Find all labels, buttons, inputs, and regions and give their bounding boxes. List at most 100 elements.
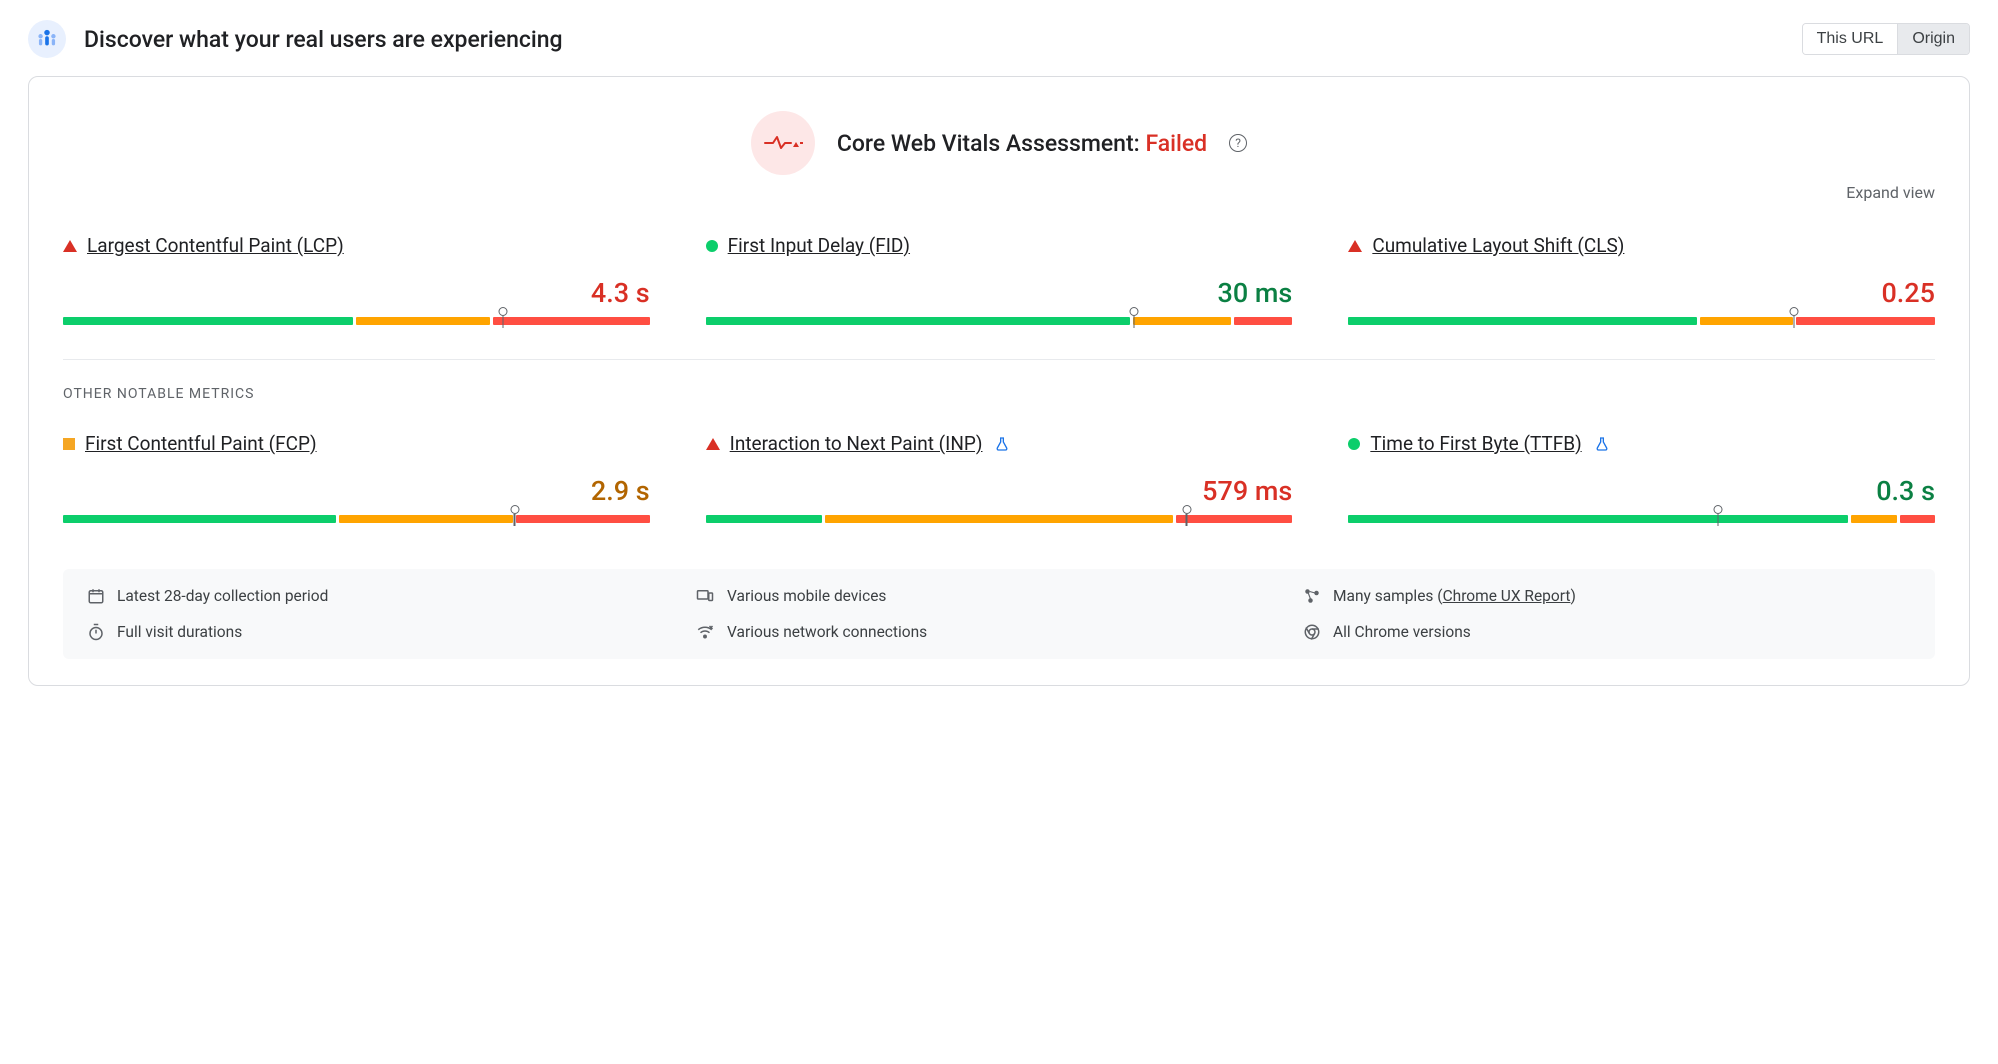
other-metrics-grid: First Contentful Paint (FCP) 2.9 s Inter… (63, 432, 1935, 549)
chrome-icon (1303, 623, 1321, 641)
bar-segment (825, 515, 1173, 523)
metric-bar (706, 317, 1293, 325)
page-header: Discover what your real users are experi… (28, 20, 1970, 58)
experimental-flask-icon[interactable] (1594, 436, 1610, 452)
core-metrics-grid: Largest Contentful Paint (LCP) 4.3 s Fir… (63, 234, 1935, 351)
bar-segment (1234, 317, 1292, 325)
assessment-icon (751, 111, 815, 175)
page-title: Discover what your real users are experi… (84, 26, 563, 53)
trend-fail-icon (763, 134, 803, 152)
square-orange-icon (63, 438, 75, 450)
metric-bar (1348, 515, 1935, 523)
help-icon[interactable]: ? (1229, 134, 1247, 152)
metric-pin (1129, 307, 1138, 328)
bar-segment (356, 317, 490, 325)
metric-name-link[interactable]: Interaction to Next Paint (INP) (730, 432, 983, 455)
metric-header: Cumulative Layout Shift (CLS) (1348, 234, 1935, 257)
bar-segment (63, 317, 353, 325)
metric-name-link[interactable]: Time to First Byte (TTFB) (1370, 432, 1581, 455)
metric-value: 0.25 (1348, 277, 1935, 309)
footer-item: Various mobile devices (695, 587, 1303, 605)
other-metrics-heading: OTHER NOTABLE METRICS (63, 386, 1935, 402)
toggle-origin[interactable]: Origin (1897, 24, 1969, 54)
assessment-text: Core Web Vitals Assessment: Failed (837, 130, 1207, 157)
circle-green-icon (706, 240, 718, 252)
assessment-status: Failed (1145, 130, 1207, 157)
divider (63, 359, 1935, 360)
metric-name-link[interactable]: First Input Delay (FID) (728, 234, 910, 257)
bar-segment (1176, 515, 1292, 523)
metric-bar (63, 515, 650, 523)
network-icon (695, 623, 715, 641)
metric-card: Interaction to Next Paint (INP) 579 ms (706, 432, 1293, 549)
footer-item-text: Various network connections (727, 623, 927, 641)
timer-icon (87, 623, 105, 641)
footer-item-text: Latest 28-day collection period (117, 587, 328, 605)
scope-toggle: This URL Origin (1802, 23, 1970, 55)
assessment-label: Core Web Vitals Assessment: (837, 130, 1140, 157)
header-left: Discover what your real users are experi… (28, 20, 563, 58)
bar-segment (706, 515, 822, 523)
toggle-this-url[interactable]: This URL (1803, 24, 1898, 54)
people-icon (36, 28, 58, 50)
bar-segment (63, 515, 336, 523)
expand-view-link[interactable]: Expand view (63, 183, 1935, 202)
metric-header: Time to First Byte (TTFB) (1348, 432, 1935, 455)
bar-segment (1900, 515, 1935, 523)
footer-item-text: Full visit durations (117, 623, 242, 641)
devices-icon (695, 587, 715, 605)
metric-bar (706, 515, 1293, 523)
footer-item: Many samples (Chrome UX Report) (1303, 587, 1911, 605)
bar-segment (1700, 317, 1793, 325)
metric-pin (498, 307, 507, 328)
bar-segment (493, 317, 650, 325)
metric-header: First Input Delay (FID) (706, 234, 1293, 257)
metric-value: 2.9 s (63, 475, 650, 507)
metadata-footer: Latest 28-day collection period Various … (63, 569, 1935, 659)
calendar-icon (87, 587, 105, 605)
metric-bar (63, 317, 650, 325)
footer-item: Latest 28-day collection period (87, 587, 695, 605)
bar-segment (1348, 515, 1847, 523)
metric-name-link[interactable]: First Contentful Paint (FCP) (85, 432, 317, 455)
metric-card: Largest Contentful Paint (LCP) 4.3 s (63, 234, 650, 351)
metric-name-link[interactable]: Largest Contentful Paint (LCP) (87, 234, 344, 257)
triangle-red-icon (706, 438, 720, 450)
metric-card: First Input Delay (FID) 30 ms (706, 234, 1293, 351)
bar-segment (339, 515, 513, 523)
metric-pin (1182, 505, 1191, 526)
triangle-red-icon (1348, 240, 1362, 252)
metric-card: Cumulative Layout Shift (CLS) 0.25 (1348, 234, 1935, 351)
metric-bar (1348, 317, 1935, 325)
footer-item: Various network connections (695, 623, 1303, 641)
triangle-red-icon (63, 240, 77, 252)
experimental-flask-icon[interactable] (994, 436, 1010, 452)
bar-segment (1133, 317, 1232, 325)
bar-segment (516, 515, 650, 523)
metric-header: Interaction to Next Paint (INP) (706, 432, 1293, 455)
assessment-row: Core Web Vitals Assessment: Failed ? (63, 111, 1935, 175)
metric-header: First Contentful Paint (FCP) (63, 432, 650, 455)
metric-value: 4.3 s (63, 277, 650, 309)
metric-name-link[interactable]: Cumulative Layout Shift (CLS) (1372, 234, 1624, 257)
circle-green-icon (1348, 438, 1360, 450)
metric-card: First Contentful Paint (FCP) 2.9 s (63, 432, 650, 549)
footer-item: Full visit durations (87, 623, 695, 641)
footer-item-text: All Chrome versions (1333, 623, 1471, 641)
footer-item-text: Various mobile devices (727, 587, 886, 605)
samples-icon (1303, 587, 1321, 605)
footer-item-text: Many samples (Chrome UX Report) (1333, 587, 1576, 605)
bar-segment (1348, 317, 1696, 325)
metric-value: 579 ms (706, 475, 1293, 507)
metric-pin (1713, 505, 1722, 526)
crux-report-link[interactable]: Chrome UX Report (1443, 587, 1571, 605)
metric-header: Largest Contentful Paint (LCP) (63, 234, 650, 257)
metric-value: 0.3 s (1348, 475, 1935, 507)
bar-segment (1796, 317, 1935, 325)
footer-item: All Chrome versions (1303, 623, 1911, 641)
metric-card: Time to First Byte (TTFB) 0.3 s (1348, 432, 1935, 549)
bar-segment (706, 317, 1130, 325)
crux-icon (28, 20, 66, 58)
vitals-card: Core Web Vitals Assessment: Failed ? Exp… (28, 76, 1970, 686)
metric-pin (510, 505, 519, 526)
